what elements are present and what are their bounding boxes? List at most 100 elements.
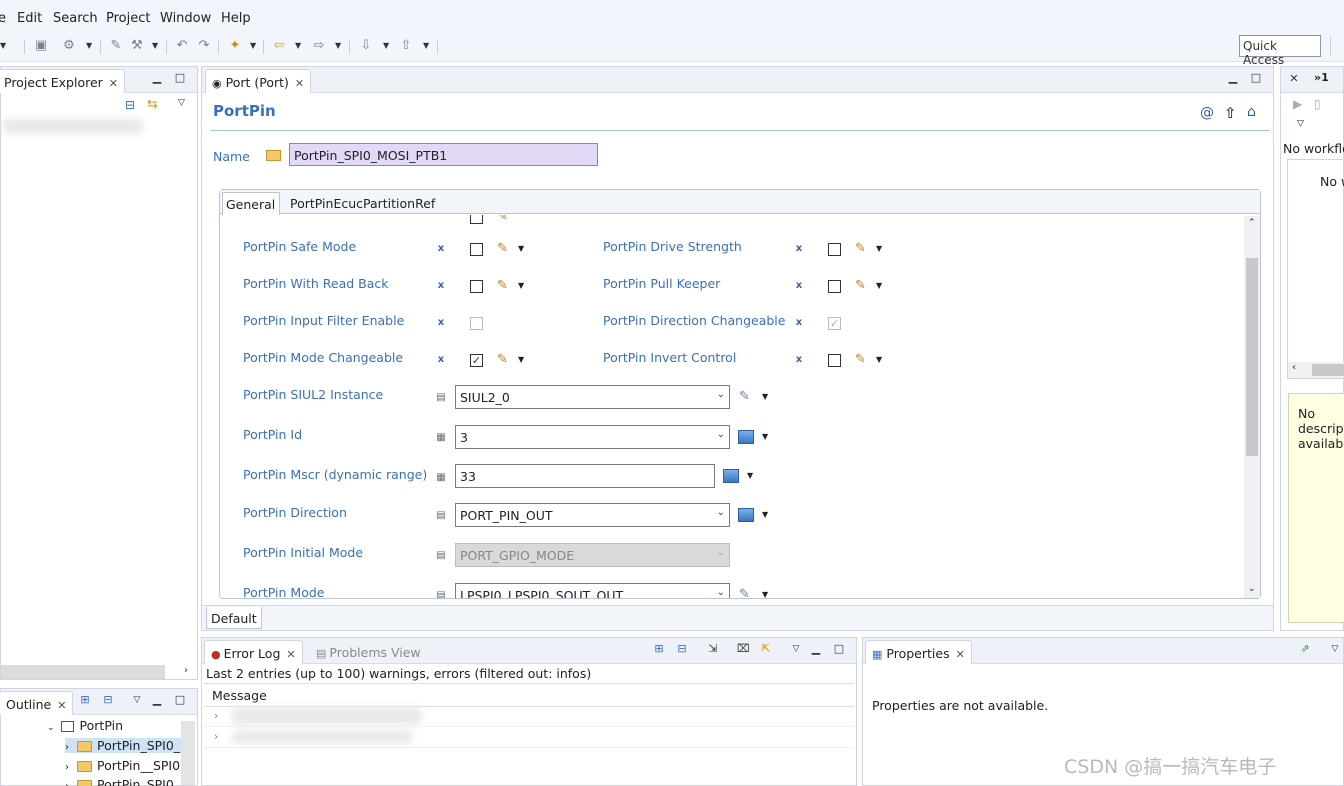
direction-combo[interactable]: PORT_PIN_OUT ⌄ <box>455 503 730 527</box>
collapsed-chevron-icon[interactable]: › <box>65 781 69 786</box>
pencil-icon[interactable]: ✎ <box>497 215 511 224</box>
close-icon[interactable]: ✕ <box>295 77 304 90</box>
run-icon[interactable]: ▶ <box>1293 97 1302 111</box>
safe-mode-checkbox[interactable] <box>470 243 483 256</box>
more-views-label[interactable]: »1 <box>1314 71 1329 84</box>
pencil-icon[interactable]: ✎ <box>497 353 511 367</box>
close-icon[interactable]: ✕ <box>1288 73 1300 85</box>
pull-keeper-checkbox[interactable] <box>828 280 841 293</box>
dropdown-caret-icon[interactable]: ▼ <box>518 242 526 256</box>
link-editor-icon[interactable]: ⇆ <box>147 97 158 112</box>
pencil-icon[interactable]: ✎ <box>497 242 511 256</box>
scroll-left-icon[interactable]: ‹ <box>1292 362 1296 373</box>
collapsed-chevron-icon[interactable]: › <box>214 709 218 722</box>
view-menu-icon[interactable]: ▽ <box>1297 119 1304 129</box>
menu-help[interactable]: Help <box>221 11 251 26</box>
tab-properties[interactable]: ▦ Properties ✕ <box>865 640 972 664</box>
calculator-icon[interactable] <box>723 469 739 483</box>
menu-edit[interactable]: Edit <box>17 11 42 26</box>
scroll-up-icon[interactable]: ⌃ <box>1248 218 1256 228</box>
up-arrow-icon[interactable]: ⇧ <box>1224 104 1237 122</box>
tab-default[interactable]: Default <box>206 607 262 629</box>
tab-port-editor[interactable]: ◉ Port (Port) ✕ <box>205 69 312 93</box>
dropdown-caret-icon[interactable]: ▼ <box>876 242 884 256</box>
reference-edit-icon[interactable]: ✎ <box>739 390 753 404</box>
dropdown-caret-icon[interactable]: ▼ <box>762 508 770 522</box>
maximize-icon[interactable]: □ <box>1250 72 1262 84</box>
export-log-icon[interactable]: ⇲ <box>707 643 719 655</box>
undo-icon[interactable]: ↶ <box>174 38 190 54</box>
chevron-down-icon[interactable]: ⌄ <box>717 389 725 400</box>
pencil-icon[interactable]: ✎ <box>855 279 869 293</box>
dropdown-caret-icon[interactable]: ▼ <box>762 588 770 598</box>
expand-all-icon[interactable]: ⊞ <box>79 694 91 706</box>
horizontal-scrollbar[interactable] <box>1 665 165 679</box>
menu-window[interactable]: Window <box>160 11 211 26</box>
export-icon[interactable]: ⇧ <box>398 38 414 54</box>
dropdown-caret-icon[interactable]: ▼ <box>747 469 755 483</box>
book-icon[interactable]: ▯ <box>1314 97 1321 111</box>
view-menu-icon[interactable]: ▽ <box>178 98 185 108</box>
minimize-icon[interactable]: ▁ <box>151 694 163 706</box>
open-log-icon[interactable]: ⇱ <box>760 643 772 655</box>
with-read-back-checkbox[interactable] <box>470 280 483 293</box>
pin-icon[interactable]: ✦ <box>227 38 243 54</box>
tab-partition-ref[interactable]: PortPinEcucPartitionRef <box>290 196 435 211</box>
view-menu-icon[interactable]: ▽ <box>131 694 143 706</box>
clear-log-icon[interactable]: ⌧ <box>737 643 750 655</box>
menu-project[interactable]: Project <box>106 11 150 26</box>
minimize-icon[interactable]: ▁ <box>151 72 163 84</box>
build-dropdown-icon[interactable]: ▼ <box>86 38 94 54</box>
outline-item[interactable]: › PortPin__SPI0 <box>65 758 180 773</box>
menu-search[interactable]: Search <box>53 11 98 26</box>
scrollbar-thumb[interactable] <box>1246 258 1258 456</box>
siul2-instance-combo[interactable]: SIUL2_0 ⌄ <box>455 385 730 409</box>
back-dropdown-icon[interactable]: ▼ <box>295 38 303 54</box>
drive-strength-checkbox[interactable] <box>828 243 841 256</box>
menu-file[interactable]: e <box>0 11 6 26</box>
calculator-icon[interactable] <box>738 508 754 522</box>
home-icon[interactable]: ⌂ <box>1247 104 1256 120</box>
tab-error-log[interactable]: ● Error Log ✕ <box>204 640 303 664</box>
pencil-icon[interactable]: ✎ <box>497 279 511 293</box>
outline-root-row[interactable]: ⌄ PortPin <box>47 718 123 733</box>
workflow-hscrollbar[interactable]: ‹ <box>1288 362 1344 378</box>
collapse-all-icon[interactable]: ⊟ <box>125 98 135 112</box>
form-vertical-scrollbar[interactable]: ⌃ ⌄ <box>1244 216 1260 598</box>
edit-icon[interactable]: ✎ <box>108 38 124 54</box>
dropdown-caret-icon[interactable]: ▼ <box>876 353 884 367</box>
pin-dropdown-icon[interactable]: ▼ <box>250 38 258 54</box>
import-icon[interactable]: ⇩ <box>358 38 374 54</box>
scrollbar-thumb[interactable] <box>1312 364 1344 376</box>
close-icon[interactable]: ✕ <box>956 648 965 661</box>
dropdown-caret-icon[interactable]: ▼ <box>518 279 526 293</box>
tab-problems-view[interactable]: ▤ Problems View <box>310 640 427 664</box>
pencil-icon[interactable]: ✎ <box>855 242 869 256</box>
maximize-icon[interactable]: □ <box>174 694 186 706</box>
forward-dropdown-icon[interactable]: ▼ <box>335 38 343 54</box>
build-icon[interactable]: ⚙ <box>61 38 77 54</box>
forward-icon[interactable]: ⇨ <box>311 38 327 54</box>
at-icon[interactable]: @ <box>1200 105 1214 121</box>
mscr-field[interactable]: 33 <box>455 464 715 488</box>
dropdown-caret-icon[interactable]: ▼ <box>762 390 770 404</box>
save-icon[interactable]: ▣ <box>33 38 49 54</box>
collapse-all-icon[interactable]: ⊟ <box>676 643 688 655</box>
new-dropdown-icon[interactable]: ▼ <box>0 38 8 54</box>
outline-item[interactable]: › PortPin_SPI0 <box>65 777 174 786</box>
maximize-icon[interactable]: □ <box>174 72 186 84</box>
generate-dropdown-icon[interactable]: ▼ <box>152 38 160 54</box>
import-dropdown-icon[interactable]: ▼ <box>383 38 391 54</box>
pin-id-combo[interactable]: 3 ⌄ <box>455 425 730 449</box>
collapsed-chevron-icon[interactable]: › <box>65 742 69 753</box>
partial-checkbox[interactable] <box>470 215 483 224</box>
quick-access-field[interactable]: Quick Access <box>1239 35 1321 67</box>
generate-icon[interactable]: ⚒ <box>129 38 145 54</box>
dropdown-caret-icon[interactable]: ▼ <box>762 430 770 444</box>
back-icon[interactable]: ⇦ <box>271 38 287 54</box>
reference-edit-icon[interactable]: ✎ <box>739 588 753 599</box>
outline-item[interactable]: › PortPin_SPI0_ <box>65 738 185 753</box>
scroll-right-icon[interactable]: › <box>184 665 188 676</box>
calculator-icon[interactable] <box>738 430 754 444</box>
message-column-header[interactable]: Message <box>212 688 267 703</box>
